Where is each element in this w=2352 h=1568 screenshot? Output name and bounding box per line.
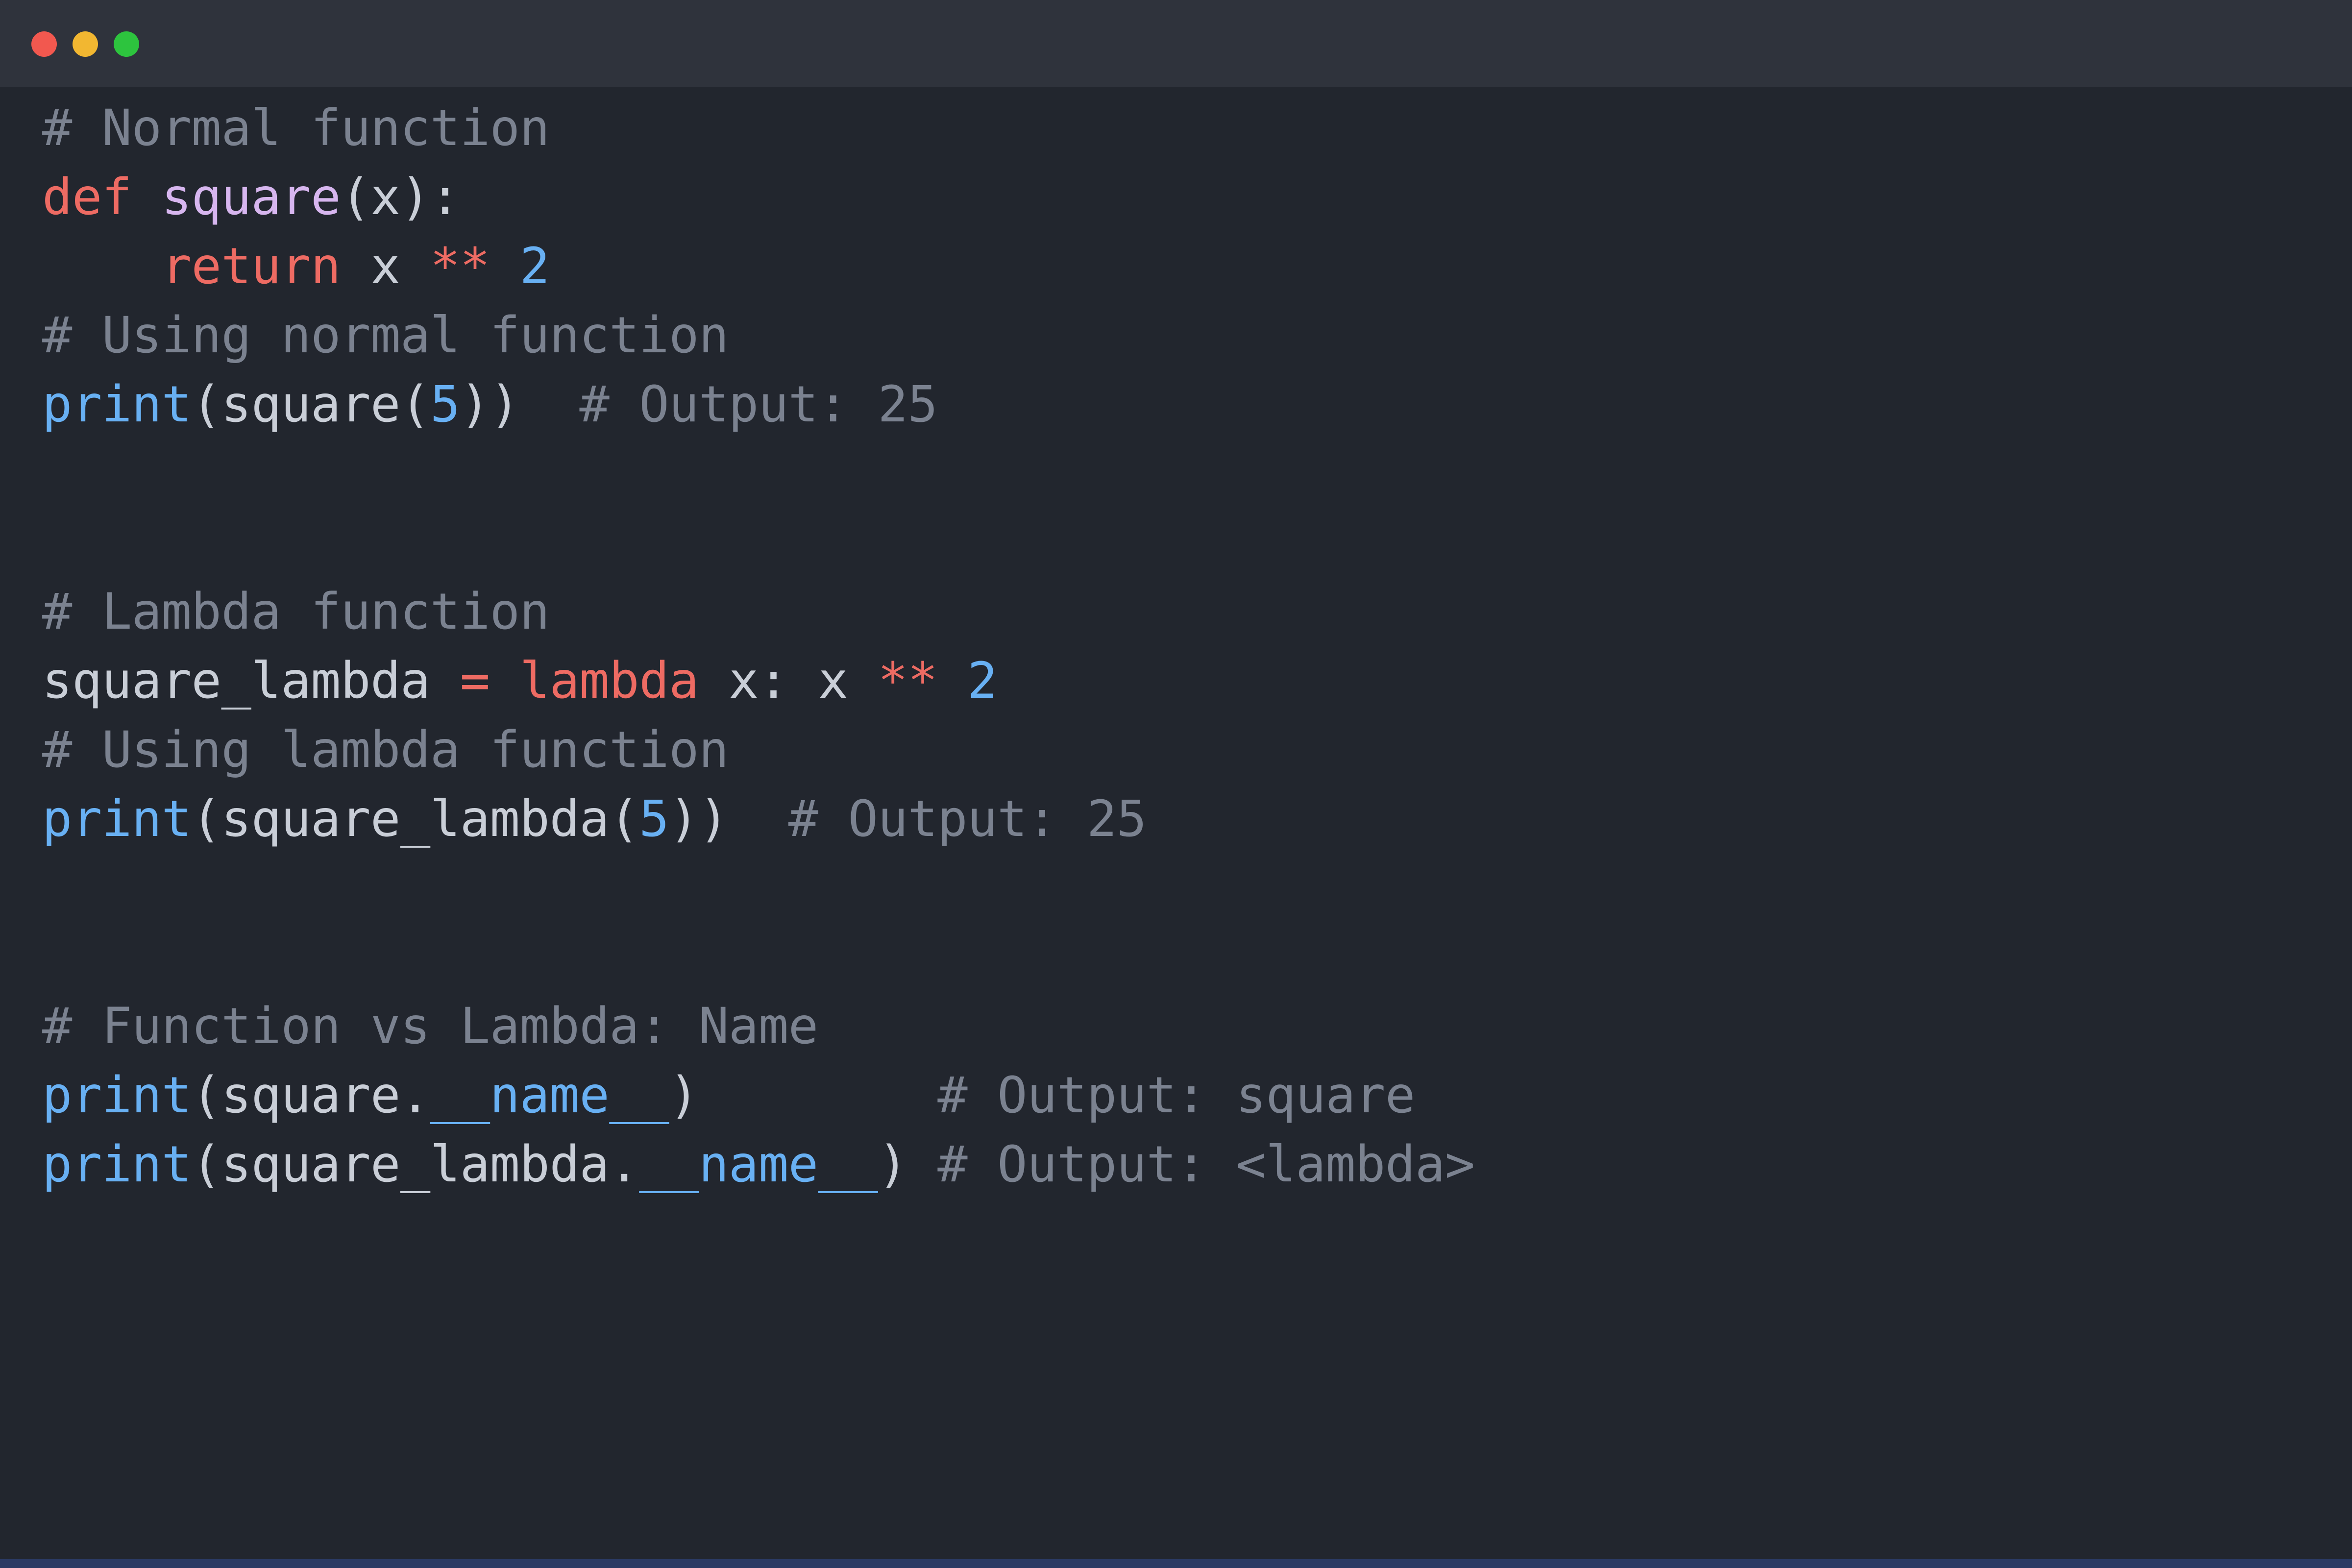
code-line: print(square_lambda(5)) # Output: 25 — [42, 784, 1147, 855]
code-dunder-attribute: __name__ — [639, 1135, 878, 1194]
minimize-window-button[interactable] — [73, 31, 98, 57]
code-text: (square_lambda. — [191, 1135, 639, 1194]
code-text: (x): — [341, 168, 460, 226]
code-keyword: lambda — [519, 652, 699, 710]
code-number: 2 — [967, 652, 998, 710]
code-comment: # Output: 25 — [579, 375, 938, 434]
code-text: x: x — [699, 652, 878, 710]
code-builtin: print — [42, 375, 192, 434]
code-comment: # Lambda function — [42, 583, 550, 641]
code-comment: # Function vs Lambda: Name — [42, 997, 818, 1055]
code-editor[interactable]: # Normal function def square(x): return x… — [42, 99, 2335, 1500]
code-builtin: print — [42, 790, 192, 848]
code-dunder-attribute: __name__ — [430, 1066, 669, 1125]
code-number: 5 — [430, 375, 460, 434]
code-comment: # Output: 25 — [788, 790, 1147, 848]
code-operator: ** — [430, 237, 490, 295]
code-line: # Function vs Lambda: Name — [42, 991, 818, 1062]
code-line: # Normal function — [42, 93, 550, 164]
status-bar — [0, 1559, 2352, 1568]
code-comment: # Output: square — [937, 1066, 1415, 1125]
code-text: (square_lambda( — [191, 790, 639, 848]
code-line: print(square(5)) # Output: 25 — [42, 369, 938, 440]
code-text: )) — [460, 375, 580, 434]
code-line: print(square_lambda.__name__) # Output: … — [42, 1129, 1475, 1200]
code-operator: = — [460, 652, 490, 710]
code-line: def square(x): — [42, 162, 460, 233]
code-text: (square. — [191, 1066, 431, 1125]
code-comment: # Using lambda function — [42, 721, 729, 779]
code-window: # Normal function def square(x): return x… — [0, 0, 2352, 1568]
code-line: return x ** 2 — [42, 231, 550, 302]
code-comment: # Using normal function — [42, 306, 729, 365]
code-text: x — [341, 237, 430, 295]
code-comment: # Output: <lambda> — [937, 1135, 1475, 1194]
code-text: (square( — [191, 375, 431, 434]
code-text: ) — [878, 1135, 938, 1194]
maximize-window-button[interactable] — [114, 31, 139, 57]
code-keyword: def — [42, 168, 132, 226]
code-line: # Using lambda function — [42, 715, 729, 785]
code-builtin: print — [42, 1135, 192, 1194]
code-number: 2 — [519, 237, 550, 295]
code-builtin: print — [42, 1066, 192, 1125]
code-line: # Lambda function — [42, 577, 550, 647]
code-operator: ** — [878, 652, 938, 710]
code-line: square_lambda = lambda x: x ** 2 — [42, 646, 998, 716]
code-function-name: square — [161, 168, 341, 226]
code-keyword: return — [161, 237, 341, 295]
code-number: 5 — [639, 790, 669, 848]
code-comment: # Normal function — [42, 99, 550, 157]
window-titlebar — [0, 0, 2352, 87]
code-line: # Using normal function — [42, 300, 729, 371]
code-text: square_lambda — [42, 652, 460, 710]
close-window-button[interactable] — [31, 31, 57, 57]
code-text: ) — [669, 1066, 938, 1125]
code-line: print(square.__name__) # Output: square — [42, 1060, 1415, 1131]
code-text: )) — [669, 790, 788, 848]
